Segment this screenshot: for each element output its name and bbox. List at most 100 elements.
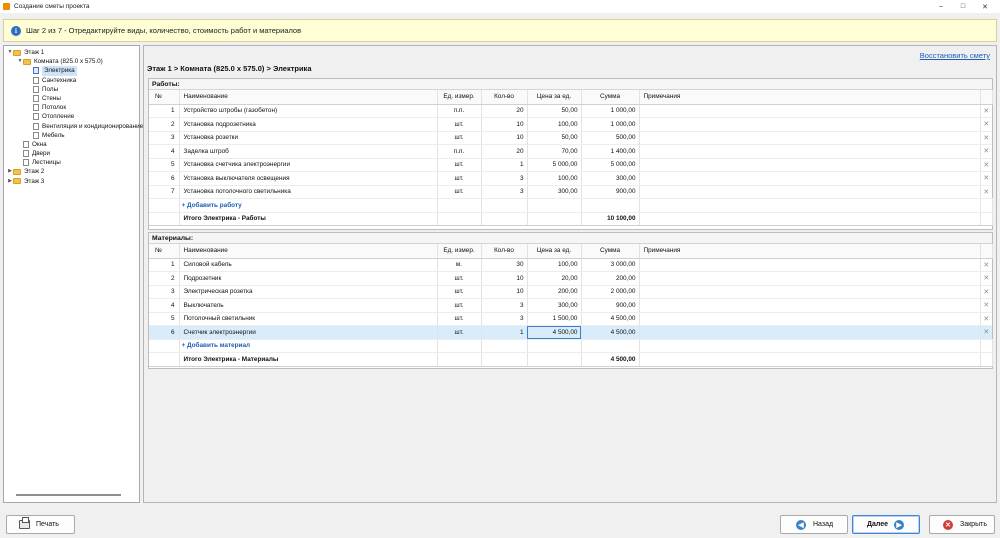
material-cell-name[interactable]: Подрозетник [179, 271, 438, 286]
material-cell-price[interactable]: 300,00 [527, 298, 582, 313]
column-header-notes[interactable]: Примечания [639, 90, 981, 105]
work-cell-name[interactable]: Устройство штробы (газобетон) [179, 104, 438, 118]
tree-item[interactable]: Лестницы [4, 158, 139, 167]
work-cell-notes[interactable] [639, 158, 981, 172]
material-row[interactable]: 6 Счетчик электроэнергии шт. 1 4 500,00 4 500… [149, 325, 992, 340]
column-header-notes[interactable]: Примечания [639, 244, 981, 259]
delete-row-icon[interactable]: ✕ [980, 131, 992, 145]
work-cell-price[interactable]: 100,00 [527, 117, 582, 132]
tree-item[interactable]: Сантехника [4, 76, 139, 85]
material-cell-notes[interactable] [639, 271, 981, 286]
material-cell-notes[interactable] [639, 258, 981, 272]
work-cell-price[interactable]: 50,00 [527, 104, 582, 118]
work-cell-sum[interactable]: 1 000,00 [581, 104, 640, 118]
column-header-sum[interactable]: Сумма [581, 90, 640, 105]
delete-row-icon[interactable]: ✕ [980, 258, 992, 272]
column-header-unit[interactable]: Ед. измер. [437, 90, 482, 105]
tree-scrollbar[interactable] [16, 494, 121, 496]
tree-item[interactable]: Отопление [4, 112, 139, 121]
tree-item[interactable]: Окна [4, 140, 139, 149]
delete-row-icon[interactable]: ✕ [980, 271, 992, 286]
material-row[interactable]: 5 Потолочный светильник шт. 3 1 500,00 4 500,… [149, 312, 992, 326]
window-close-button[interactable]: ✕ [974, 3, 996, 11]
delete-row-icon[interactable]: ✕ [980, 285, 992, 299]
work-cell-unit[interactable]: шт. [437, 117, 482, 132]
material-cell-price[interactable]: 100,00 [527, 258, 582, 272]
material-cell-qty[interactable]: 1 [481, 325, 528, 340]
work-cell-notes[interactable] [639, 144, 981, 159]
work-cell-unit[interactable]: шт. [437, 158, 482, 172]
material-cell-qty[interactable]: 30 [481, 258, 528, 272]
material-cell-unit[interactable]: м. [437, 258, 482, 272]
material-cell-unit[interactable]: шт. [437, 285, 482, 299]
column-header-qty[interactable]: Кол-во [481, 90, 528, 105]
delete-row-icon[interactable]: ✕ [980, 171, 992, 186]
tree-item[interactable]: Вентиляция и кондиционирование [4, 122, 143, 131]
work-cell-sum[interactable]: 5 000,00 [581, 158, 640, 172]
delete-row-icon[interactable]: ✕ [980, 298, 992, 313]
work-row[interactable]: 1 Устройство штробы (газобетон) п.п. 20 50,0… [149, 104, 992, 118]
column-header-qty[interactable]: Кол-во [481, 244, 528, 259]
tree-item[interactable]: ▼ Комната (825.0 x 575.0) [4, 57, 139, 66]
material-cell-name[interactable]: Электрическая розетка [179, 285, 438, 299]
work-cell-sum[interactable]: 900,00 [581, 185, 640, 199]
material-cell-unit[interactable]: шт. [437, 271, 482, 286]
material-cell-name[interactable]: Силовой кабель [179, 258, 438, 272]
material-cell-qty[interactable]: 3 [481, 298, 528, 313]
material-cell-unit[interactable]: шт. [437, 325, 482, 340]
work-cell-notes[interactable] [639, 104, 981, 118]
work-row[interactable]: 6 Установка выключателя освещения шт. 3 100,… [149, 171, 992, 186]
material-cell-name[interactable]: Потолочный светильник [179, 312, 438, 326]
work-cell-price[interactable]: 50,00 [527, 131, 582, 145]
tree-item[interactable]: Электрика [4, 66, 139, 76]
material-cell-sum[interactable]: 4 500,00 [581, 312, 640, 326]
column-header-sum[interactable]: Сумма [581, 244, 640, 259]
print-button[interactable]: Печать [6, 515, 75, 534]
restore-estimate-link[interactable]: Восстановить смету [920, 51, 990, 60]
column-header-price[interactable]: Цена за ед. [527, 90, 582, 105]
back-button[interactable]: ◀ Назад [780, 515, 848, 534]
work-cell-sum[interactable]: 1 000,00 [581, 117, 640, 132]
work-cell-unit[interactable]: п.п. [437, 144, 482, 159]
add-work-link[interactable]: + Добавить работу [180, 202, 242, 209]
tree-item[interactable]: ▼ Этаж 1 [4, 48, 139, 57]
tree-item[interactable]: Полы [4, 85, 139, 94]
work-cell-name[interactable]: Установка розетки [179, 131, 438, 145]
next-button[interactable]: Далее ▶ [852, 515, 920, 534]
material-cell-price[interactable]: 20,00 [527, 271, 582, 286]
delete-row-icon[interactable]: ✕ [980, 158, 992, 172]
column-header-unit[interactable]: Ед. измер. [437, 244, 482, 259]
delete-row-icon[interactable]: ✕ [980, 312, 992, 326]
material-cell-notes[interactable] [639, 285, 981, 299]
delete-row-icon[interactable]: ✕ [980, 117, 992, 132]
material-cell-notes[interactable] [639, 298, 981, 313]
work-cell-qty[interactable]: 10 [481, 131, 528, 145]
delete-row-icon[interactable]: ✕ [980, 144, 992, 159]
material-row[interactable]: 1 Силовой кабель м. 30 100,00 3 000,00 ✕ [149, 258, 992, 272]
work-cell-qty[interactable]: 1 [481, 158, 528, 172]
work-cell-name[interactable]: Установка выключателя освещения [179, 171, 438, 186]
tree-item[interactable]: Мебель [4, 131, 139, 140]
work-cell-price[interactable]: 300,00 [527, 185, 582, 199]
work-cell-notes[interactable] [639, 117, 981, 132]
material-row[interactable]: 3 Электрическая розетка шт. 10 200,00 2 000,0… [149, 285, 992, 299]
work-cell-notes[interactable] [639, 171, 981, 186]
work-cell-name[interactable]: Установка подрозетника [179, 117, 438, 132]
work-row[interactable]: 2 Установка подрозетника шт. 10 100,00 1 000,… [149, 117, 992, 132]
material-cell-unit[interactable]: шт. [437, 312, 482, 326]
project-tree[interactable]: ▼ Этаж 1 ▼ Комната (825.0 x 575.0) Электрика… [3, 45, 143, 503]
tree-item[interactable]: ▶ Этаж 3 [4, 177, 139, 186]
work-cell-qty[interactable]: 3 [481, 171, 528, 186]
work-cell-qty[interactable]: 10 [481, 117, 528, 132]
work-row[interactable]: 4 Заделка штроб п.п. 20 70,00 1 400,00 ✕ [149, 144, 992, 159]
material-cell-name[interactable]: Выключатель [179, 298, 438, 313]
material-cell-notes[interactable] [639, 312, 981, 326]
work-cell-name[interactable]: Установка счетчика электроэнергии [179, 158, 438, 172]
work-cell-price[interactable]: 5 000,00 [527, 158, 582, 172]
column-header-name[interactable]: Наименование [179, 90, 438, 105]
material-cell-sum[interactable]: 200,00 [581, 271, 640, 286]
work-cell-unit[interactable]: шт. [437, 171, 482, 186]
maximize-button[interactable]: □ [952, 3, 974, 10]
work-cell-qty[interactable]: 3 [481, 185, 528, 199]
work-cell-price[interactable]: 70,00 [527, 144, 582, 159]
